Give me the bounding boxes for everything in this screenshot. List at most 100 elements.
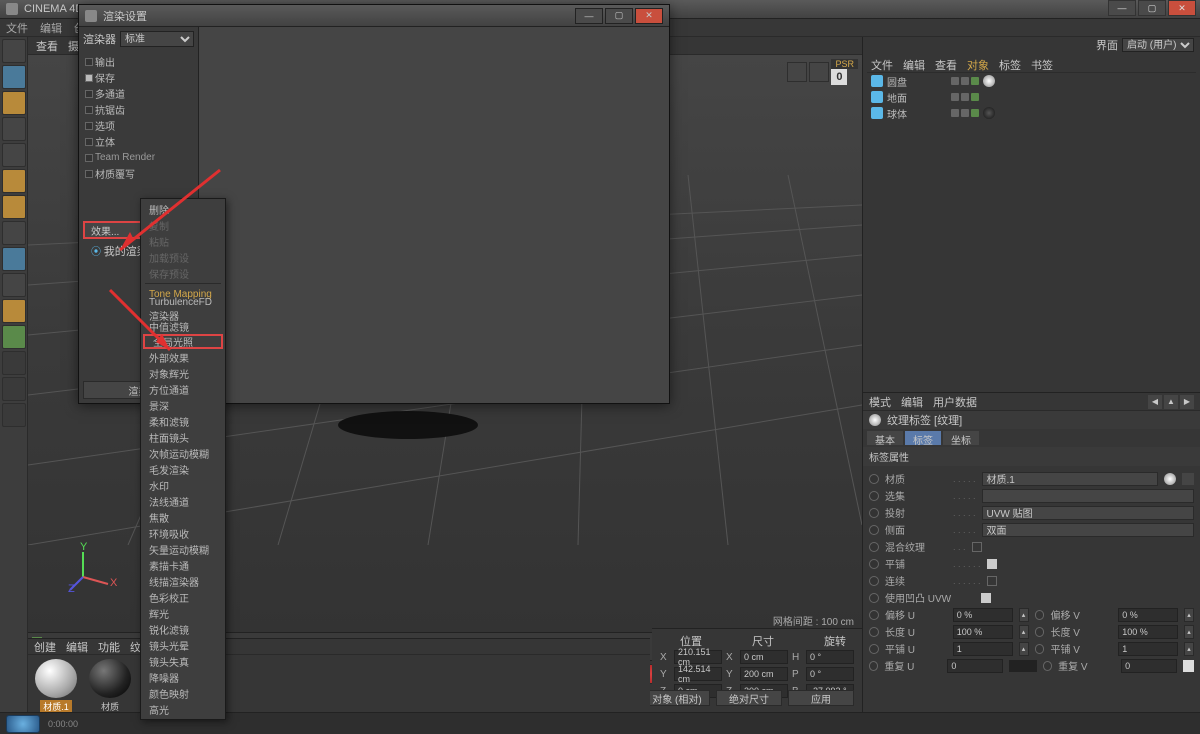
context-menu-item[interactable]: 次帧运动模糊 [141, 445, 225, 461]
size-y[interactable]: 200 cm [740, 667, 788, 681]
tab-tag[interactable]: 标签 [905, 431, 941, 445]
context-menu-item[interactable]: 锐化滤镜 [141, 621, 225, 637]
close-button[interactable]: ✕ [1168, 0, 1196, 16]
dialog-minimize-button[interactable]: — [575, 8, 603, 24]
mat-menu-create[interactable]: 创建 [34, 639, 56, 655]
primitive-icon[interactable] [2, 169, 26, 193]
tile-checkbox[interactable] [987, 559, 997, 569]
axis-icon[interactable] [2, 351, 26, 375]
menu-edit[interactable]: 编辑 [40, 20, 62, 36]
rot-p[interactable]: 0 ° [806, 667, 854, 681]
context-menu-item[interactable]: 焦散 [141, 509, 225, 525]
lengthv-input[interactable]: 100 % [1118, 625, 1178, 639]
context-menu-item[interactable]: 镜头失真 [141, 653, 225, 669]
stepper-icon[interactable]: ▴ [1019, 608, 1029, 622]
uv-icon[interactable] [2, 325, 26, 349]
material-item[interactable]: 材质 [86, 659, 134, 713]
context-menu-item[interactable]: 法线通道 [141, 493, 225, 509]
om-view[interactable]: 查看 [935, 57, 957, 72]
renderer-dropdown[interactable]: 标准 [120, 31, 194, 47]
stepper-icon[interactable]: ▴ [1184, 608, 1194, 622]
render-icon[interactable] [809, 62, 829, 82]
om-edit[interactable]: 编辑 [903, 57, 925, 72]
tab-basic[interactable]: 基本 [867, 431, 903, 445]
nav-up-icon[interactable]: ▲ [1164, 395, 1178, 409]
line-tool-icon[interactable] [2, 221, 26, 245]
tileu-input[interactable]: 1 [953, 642, 1013, 656]
rotate-tool-icon[interactable] [2, 299, 26, 323]
context-menu-item[interactable]: 颜色映射 [141, 685, 225, 701]
mixtex-checkbox[interactable] [972, 542, 982, 552]
minimize-button[interactable]: — [1108, 0, 1136, 16]
start-button[interactable] [6, 715, 40, 733]
cube-icon[interactable] [2, 91, 26, 115]
dialog-titlebar[interactable]: 渲染设置 — ▢ ✕ [79, 5, 669, 27]
object-row[interactable]: 地面 [867, 89, 1196, 105]
lengthu-input[interactable]: 100 % [953, 625, 1013, 639]
menu-file[interactable]: 文件 [6, 20, 28, 36]
context-menu-item[interactable]: 对象辉光 [141, 365, 225, 381]
checker-icon[interactable] [2, 117, 26, 141]
material-item[interactable]: 材质.1 [32, 659, 80, 713]
stepper-icon[interactable]: ▴ [1019, 625, 1029, 639]
attr-mode[interactable]: 模式 [869, 394, 891, 410]
context-menu-item[interactable]: 景深 [141, 397, 225, 413]
projection-dropdown[interactable]: UVW 贴图 [982, 506, 1194, 520]
context-menu-item[interactable]: 镜头光晕 [141, 637, 225, 653]
render-option-item[interactable]: 选项 [95, 117, 194, 133]
context-menu-item[interactable]: 方位通道 [141, 381, 225, 397]
texture-tag-icon[interactable] [983, 107, 995, 119]
context-menu-item[interactable]: 柔和滤镜 [141, 413, 225, 429]
context-menu-item[interactable]: 降噪器 [141, 669, 225, 685]
move-tool-icon[interactable] [2, 247, 26, 271]
repeatv-input[interactable]: 0 [1121, 659, 1177, 673]
render-option-item[interactable]: 保存 [95, 69, 194, 85]
seamless-checkbox[interactable] [987, 576, 997, 586]
om-bookmarks[interactable]: 书签 [1031, 57, 1053, 72]
pos-x[interactable]: 210.151 cm [674, 650, 722, 664]
layout-dropdown[interactable]: 启动 (用户) [1122, 38, 1194, 52]
material-preview-icon[interactable] [1164, 473, 1176, 485]
render-option-item[interactable]: 输出 [95, 53, 194, 69]
object-rel-button[interactable]: 对象 (相对) [644, 690, 710, 706]
context-menu-item[interactable]: 矢量运动模糊 [141, 541, 225, 557]
material-field[interactable]: 材质.1 [982, 472, 1158, 486]
texture-tag-icon[interactable] [983, 75, 995, 87]
repeatu-input[interactable]: 0 [947, 659, 1003, 673]
tab-coord[interactable]: 坐标 [943, 431, 979, 445]
om-file[interactable]: 文件 [871, 57, 893, 72]
hud-icon[interactable] [787, 62, 807, 82]
om-object[interactable]: 对象 [967, 57, 989, 72]
tilev-input[interactable]: 1 [1118, 642, 1178, 656]
primitive2-icon[interactable] [2, 195, 26, 219]
pos-y[interactable]: 142.514 cm [674, 667, 722, 681]
context-menu-item[interactable]: 环境吸收 [141, 525, 225, 541]
live-select-icon[interactable] [2, 65, 26, 89]
object-row[interactable]: 圆盘 [867, 73, 1196, 89]
bezier-icon[interactable] [2, 143, 26, 167]
arrow-icon[interactable] [1182, 473, 1194, 485]
abs-size-button[interactable]: 绝对尺寸 [716, 690, 782, 706]
render-option-item[interactable]: 抗锯齿 [95, 101, 194, 117]
mat-menu-func[interactable]: 功能 [98, 639, 120, 655]
undo-tool-icon[interactable] [2, 39, 26, 63]
mat-menu-edit[interactable]: 编辑 [66, 639, 88, 655]
apply-button[interactable]: 应用 [788, 690, 854, 706]
vp-view[interactable]: 查看 [36, 38, 58, 54]
offsetu-input[interactable]: 0 % [953, 608, 1013, 622]
dialog-close-button[interactable]: ✕ [635, 8, 663, 24]
side-dropdown[interactable]: 双面 [982, 523, 1194, 537]
render-option-item[interactable]: 多通道 [95, 85, 194, 101]
attr-userdata[interactable]: 用户数据 [933, 394, 977, 410]
context-menu-item[interactable]: 柱面镜头 [141, 429, 225, 445]
scale-tool-icon[interactable] [2, 273, 26, 297]
context-menu-item[interactable]: 毛发渲染 [141, 461, 225, 477]
selection-field[interactable] [982, 489, 1194, 503]
offsetv-input[interactable]: 0 % [1118, 608, 1178, 622]
context-menu-item[interactable]: 线描渲染器 [141, 573, 225, 589]
context-menu-item[interactable]: 素描卡通 [141, 557, 225, 573]
stepper-icon[interactable]: ▴ [1184, 625, 1194, 639]
render-option-item[interactable]: 立体 [95, 133, 194, 149]
context-menu-item[interactable]: 辉光 [141, 605, 225, 621]
om-tags[interactable]: 标签 [999, 57, 1021, 72]
